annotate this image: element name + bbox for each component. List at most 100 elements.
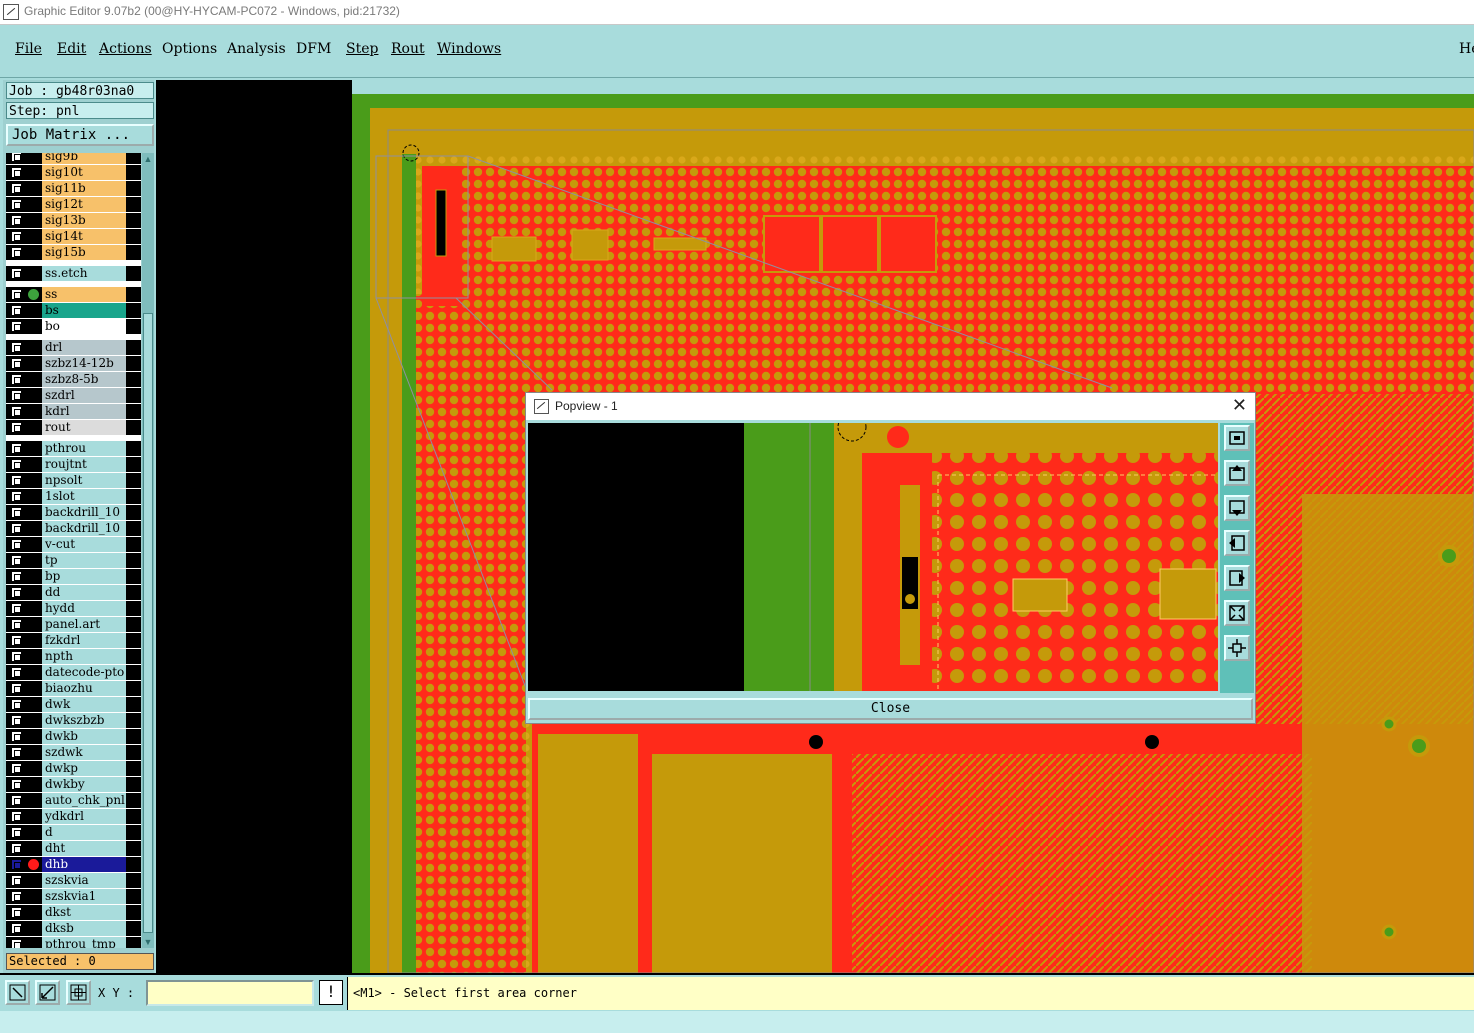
layer-row[interactable]: bo — [6, 319, 141, 334]
layer-checkbox[interactable] — [11, 811, 22, 822]
layer-row[interactable]: dd — [6, 585, 141, 600]
layer-checkbox[interactable] — [11, 374, 22, 385]
menu-dfm[interactable]: DFM — [296, 41, 331, 57]
layer-checkbox[interactable] — [11, 683, 22, 694]
layer-row[interactable]: backdrill_10 — [6, 505, 141, 520]
layer-checkbox[interactable] — [11, 406, 22, 417]
menu-analysis[interactable]: Analysis — [227, 41, 286, 57]
layer-checkbox[interactable] — [11, 167, 22, 178]
layer-row[interactable]: dhb — [6, 857, 141, 872]
layer-row[interactable]: sig12t — [6, 197, 141, 212]
menu-actions[interactable]: Actions — [99, 41, 152, 57]
layer-checkbox[interactable] — [11, 747, 22, 758]
layer-row[interactable]: sig14t — [6, 229, 141, 244]
layer-row[interactable]: rout — [6, 420, 141, 435]
layer-row[interactable]: dkst — [6, 905, 141, 920]
layer-row[interactable]: dwkp — [6, 761, 141, 776]
layer-row[interactable]: drl — [6, 340, 141, 355]
layer-checkbox[interactable] — [11, 859, 22, 870]
layer-row[interactable]: dwk — [6, 697, 141, 712]
layer-row[interactable]: datecode-pto — [6, 665, 141, 680]
layer-checkbox[interactable] — [11, 215, 22, 226]
layer-checkbox[interactable] — [11, 199, 22, 210]
layer-row[interactable]: pthrou_tmp — [6, 937, 141, 948]
layer-checkbox[interactable] — [11, 699, 22, 710]
layer-checkbox[interactable] — [11, 939, 22, 948]
layer-row[interactable]: panel.art — [6, 617, 141, 632]
layer-row[interactable]: ss — [6, 287, 141, 302]
menu-rout[interactable]: Rout — [391, 41, 425, 57]
layer-checkbox[interactable] — [11, 603, 22, 614]
layer-row[interactable]: sig10t — [6, 165, 141, 180]
layer-checkbox[interactable] — [11, 342, 22, 353]
popview-canvas[interactable] — [528, 423, 1218, 691]
layer-row[interactable]: szdwk — [6, 745, 141, 760]
layer-row[interactable]: szbz8-5b — [6, 372, 141, 387]
grid-tool-icon[interactable] — [66, 980, 91, 1005]
layer-row[interactable]: npth — [6, 649, 141, 664]
menu-windows[interactable]: Windows — [437, 41, 501, 57]
menu-options[interactable]: Options — [162, 41, 217, 57]
layer-row[interactable]: fzkdrl — [6, 633, 141, 648]
layer-row[interactable]: pthrou — [6, 441, 141, 456]
popview-titlebar[interactable]: Popview - 1 ✕ — [526, 393, 1255, 420]
layer-checkbox[interactable] — [11, 907, 22, 918]
layer-row[interactable]: ss.etch — [6, 266, 141, 281]
measure-tool-icon[interactable] — [35, 980, 60, 1005]
pan-right-icon[interactable] — [1224, 565, 1250, 591]
layer-checkbox[interactable] — [11, 321, 22, 332]
layer-checkbox[interactable] — [11, 923, 22, 934]
zoom-out-icon[interactable] — [1224, 600, 1250, 626]
layer-checkbox[interactable] — [11, 891, 22, 902]
layer-checkbox[interactable] — [11, 507, 22, 518]
scroll-down-icon[interactable]: ▼ — [143, 937, 153, 947]
layer-checkbox[interactable] — [11, 422, 22, 433]
layer-checkbox[interactable] — [11, 795, 22, 806]
layer-checkbox[interactable] — [11, 523, 22, 534]
layer-checkbox[interactable] — [11, 183, 22, 194]
layer-checkbox[interactable] — [11, 358, 22, 369]
layer-row[interactable]: hydd — [6, 601, 141, 616]
layer-checkbox[interactable] — [11, 731, 22, 742]
zoom-window-icon[interactable] — [1224, 425, 1250, 451]
layer-row[interactable]: bs — [6, 303, 141, 318]
layer-list-scrollbar[interactable]: ▲ ▼ — [142, 153, 154, 948]
layer-row[interactable]: dwkb — [6, 729, 141, 744]
layer-checkbox[interactable] — [11, 443, 22, 454]
layer-row[interactable]: szskvia1 — [6, 889, 141, 904]
layer-row[interactable]: ydkdrl — [6, 809, 141, 824]
layer-checkbox[interactable] — [11, 763, 22, 774]
layer-checkbox[interactable] — [11, 539, 22, 550]
layer-checkbox[interactable] — [11, 305, 22, 316]
select-tool-icon[interactable] — [5, 980, 30, 1005]
layer-row[interactable]: 1slot — [6, 489, 141, 504]
layer-row[interactable]: v-cut — [6, 537, 141, 552]
layer-checkbox[interactable] — [11, 459, 22, 470]
scrollbar-thumb[interactable] — [143, 313, 153, 933]
layer-row[interactable]: sig11b — [6, 181, 141, 196]
layer-row[interactable]: dwkszbzb — [6, 713, 141, 728]
layer-row[interactable]: roujtnt — [6, 457, 141, 472]
layer-row[interactable]: backdrill_10 — [6, 521, 141, 536]
scroll-up-icon[interactable]: ▲ — [143, 154, 153, 164]
layer-row[interactable]: dwkby — [6, 777, 141, 792]
layer-row[interactable]: dksb — [6, 921, 141, 936]
layer-checkbox[interactable] — [11, 827, 22, 838]
close-icon[interactable]: ✕ — [1232, 395, 1247, 416]
layer-row[interactable]: auto_chk_pnl — [6, 793, 141, 808]
fit-all-icon[interactable] — [1224, 635, 1250, 661]
layer-checkbox[interactable] — [11, 651, 22, 662]
layer-row[interactable]: sig15b — [6, 245, 141, 260]
menu-edit[interactable]: Edit — [57, 41, 86, 57]
layer-checkbox[interactable] — [11, 268, 22, 279]
layer-row[interactable]: sig13b — [6, 213, 141, 228]
layer-checkbox[interactable] — [11, 667, 22, 678]
layer-checkbox[interactable] — [11, 635, 22, 646]
layer-checkbox[interactable] — [11, 587, 22, 598]
layer-row[interactable]: npsolt — [6, 473, 141, 488]
pan-up-icon[interactable] — [1224, 460, 1250, 486]
menu-file[interactable]: File — [15, 41, 42, 57]
layer-checkbox[interactable] — [11, 247, 22, 258]
layer-row[interactable]: kdrl — [6, 404, 141, 419]
layer-checkbox[interactable] — [11, 843, 22, 854]
